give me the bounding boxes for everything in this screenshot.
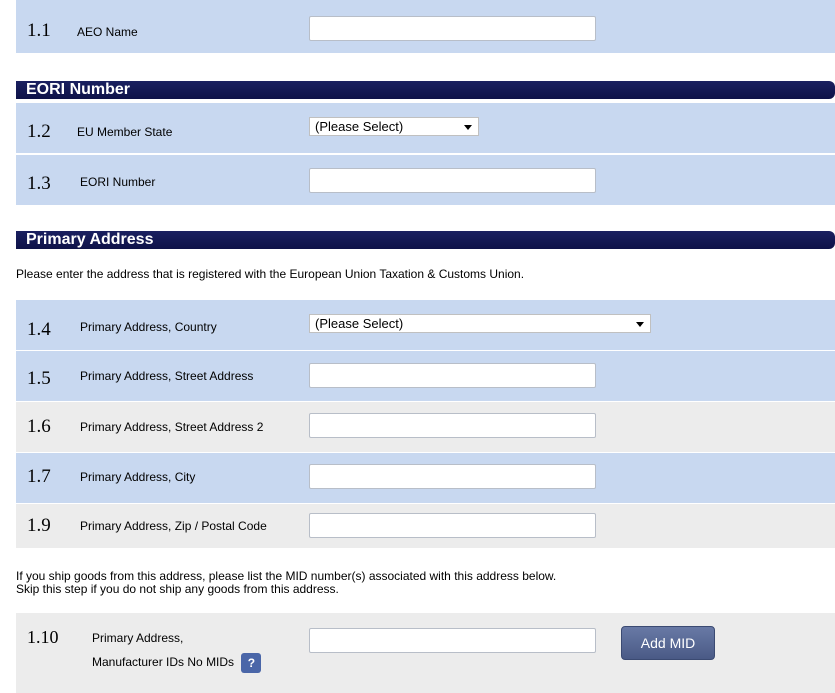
field-number: 1.5 xyxy=(27,368,51,389)
address-note: Please enter the address that is registe… xyxy=(16,267,525,281)
field-number: 1.4 xyxy=(27,319,51,340)
street-row: 1.5 Primary Address, Street Address xyxy=(16,351,835,401)
eu-member-state-row: 1.2 EU Member State (Please Select) xyxy=(16,103,835,153)
aeo-name-label: AEO Name xyxy=(77,25,138,39)
zip-label: Primary Address, Zip / Postal Code xyxy=(80,519,267,533)
eori-number-label: EORI Number xyxy=(80,175,156,189)
mid-note: If you ship goods from this address, ple… xyxy=(16,570,556,596)
street-input[interactable] xyxy=(309,363,596,388)
city-label: Primary Address, City xyxy=(80,470,196,484)
country-row: 1.4 Primary Address, Country (Please Sel… xyxy=(16,300,835,350)
field-number: 1.1 xyxy=(27,20,51,41)
city-row: 1.7 Primary Address, City xyxy=(16,453,835,503)
chevron-down-icon xyxy=(464,125,472,130)
no-mids-text: No MIDs xyxy=(187,655,235,670)
aeo-name-row: 1.1 AEO Name xyxy=(16,0,835,53)
field-number: 1.6 xyxy=(27,416,51,437)
mid-label-line2: Manufacturer IDs No MIDs ? xyxy=(92,653,262,673)
primary-address-section-header: Primary Address xyxy=(16,231,835,249)
chevron-down-icon xyxy=(636,322,644,327)
help-icon[interactable]: ? xyxy=(241,653,262,673)
mid-label-text: Manufacturer IDs xyxy=(92,655,185,670)
city-input[interactable] xyxy=(309,464,596,489)
street2-input[interactable] xyxy=(309,413,596,438)
mid-note-line2: Skip this step if you do not ship any go… xyxy=(16,582,339,596)
eu-member-state-selected: (Please Select) xyxy=(315,119,404,134)
aeo-name-input[interactable] xyxy=(309,16,596,41)
eori-number-row: 1.3 EORI Number xyxy=(16,155,835,205)
zip-row: 1.9 Primary Address, Zip / Postal Code xyxy=(16,504,835,548)
mid-input[interactable] xyxy=(309,628,596,653)
field-number: 1.2 xyxy=(27,121,51,142)
street2-row: 1.6 Primary Address, Street Address 2 xyxy=(16,402,835,452)
add-mid-button[interactable]: Add MID xyxy=(621,626,715,660)
mid-label-line1: Primary Address, xyxy=(92,631,184,645)
mid-row: 1.10 Primary Address, Manufacturer IDs N… xyxy=(16,613,835,693)
field-number: 1.9 xyxy=(27,515,51,536)
field-number: 1.10 xyxy=(27,627,59,647)
field-number: 1.7 xyxy=(27,466,51,487)
field-number: 1.3 xyxy=(27,173,51,194)
eu-member-state-select[interactable]: (Please Select) xyxy=(309,117,479,136)
eori-number-input[interactable] xyxy=(309,168,596,193)
country-select[interactable]: (Please Select) xyxy=(309,314,651,333)
street2-label: Primary Address, Street Address 2 xyxy=(80,420,264,434)
country-selected: (Please Select) xyxy=(315,316,404,331)
street-label: Primary Address, Street Address xyxy=(80,369,254,383)
eori-section-header: EORI Number xyxy=(16,81,835,99)
country-label: Primary Address, Country xyxy=(80,320,217,334)
zip-input[interactable] xyxy=(309,513,596,538)
eu-member-state-label: EU Member State xyxy=(77,125,173,139)
